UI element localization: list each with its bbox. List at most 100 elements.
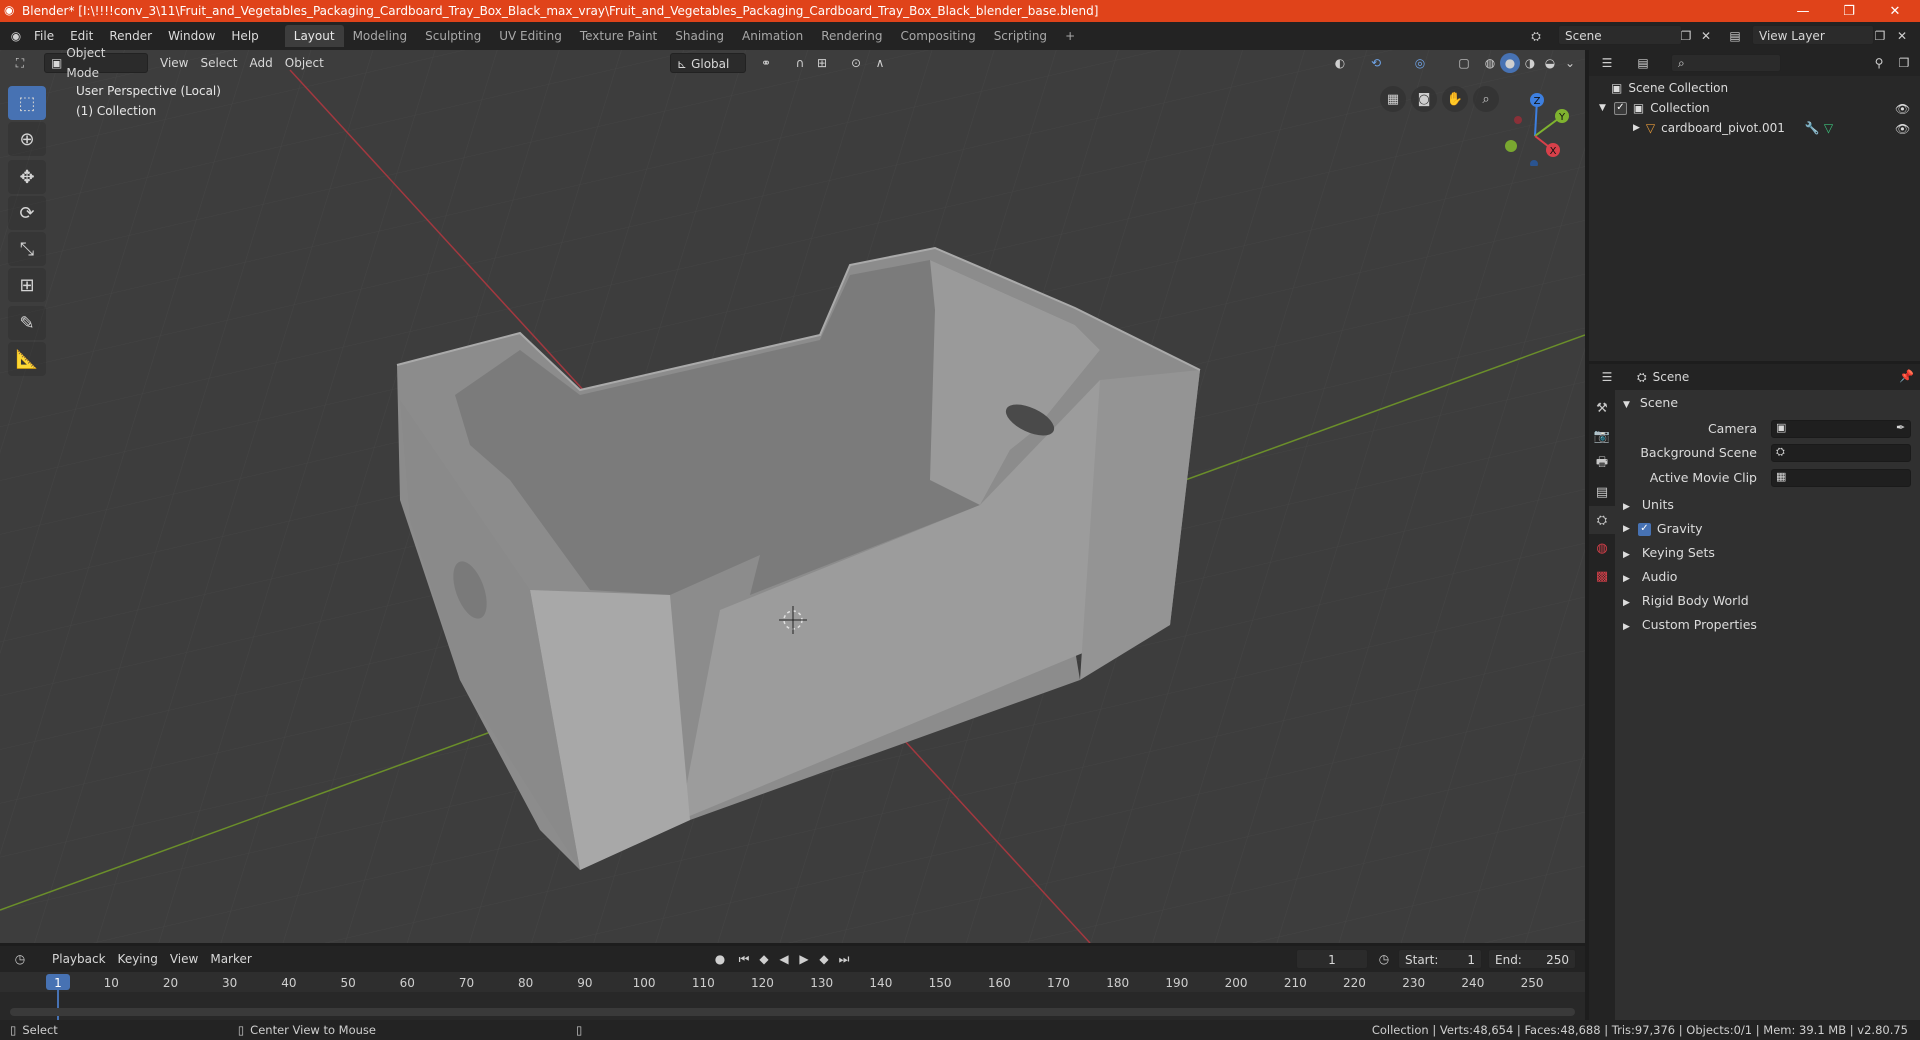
shading-options-icon[interactable]: ⌄	[1560, 53, 1580, 73]
blender-menu-icon[interactable]: ◉	[6, 26, 26, 46]
timeline-scrollbar[interactable]	[10, 1008, 1575, 1016]
view-layer-selector[interactable]: View Layer	[1752, 25, 1874, 45]
end-frame-field[interactable]: End: 250	[1488, 949, 1576, 969]
world-tab-icon[interactable]: ◍	[1589, 534, 1615, 562]
timeline-editor-icon[interactable]: ◷	[10, 949, 30, 969]
jump-end-icon[interactable]: ⏭	[834, 949, 854, 969]
play-reverse-icon[interactable]: ◀	[774, 949, 794, 969]
scene-selector[interactable]: Scene	[1558, 25, 1682, 45]
tab-scripting[interactable]: Scripting	[985, 25, 1056, 47]
start-frame-field[interactable]: Start: 1	[1398, 949, 1482, 969]
pivot-point-icon[interactable]: ⚭	[756, 53, 776, 73]
object-visibility-eye-icon[interactable]: 👁	[1895, 122, 1910, 136]
menu-playback[interactable]: Playback	[46, 949, 112, 969]
tab-layout[interactable]: Layout	[284, 25, 344, 47]
outliner-editor-icon[interactable]: ☰	[1597, 53, 1617, 73]
tab-animation[interactable]: Animation	[733, 25, 812, 47]
collection-checkbox-icon[interactable]: ✓	[1613, 101, 1627, 115]
menu-select[interactable]: Select	[194, 53, 243, 73]
solid-shading-icon[interactable]: ●	[1500, 53, 1520, 73]
overlay-toggle-icon[interactable]: ◎	[1410, 53, 1430, 73]
tab-texture-paint[interactable]: Texture Paint	[571, 25, 666, 47]
rotate-tool-icon[interactable]: ⟳	[8, 196, 46, 230]
collapse-arrow-icon[interactable]: ▼	[1599, 98, 1606, 118]
camera-field[interactable]: ▣ ✒	[1771, 420, 1911, 438]
camera-icon[interactable]: ◙	[1411, 86, 1437, 112]
keying-sets-panel[interactable]: ▶ Keying Sets	[1623, 542, 1715, 564]
scale-tool-icon[interactable]: ⤡	[8, 232, 46, 266]
annotate-tool-icon[interactable]: ✎	[8, 306, 46, 340]
eyedropper-icon[interactable]: ✒	[1896, 421, 1905, 434]
menu-window[interactable]: Window	[160, 25, 223, 47]
falloff-icon[interactable]: ∧	[870, 53, 890, 73]
outliner-search-input[interactable]: ⌕	[1671, 54, 1781, 72]
mesh-data-icon[interactable]: ▽	[1824, 118, 1833, 138]
new-view-layer-icon[interactable]: ❐	[1870, 26, 1890, 46]
tab-shading[interactable]: Shading	[666, 25, 733, 47]
current-frame-field[interactable]: 1	[1296, 949, 1368, 969]
view-layer-icon[interactable]: ▤	[1725, 26, 1745, 46]
movie-clip-field[interactable]: ▦	[1771, 469, 1911, 487]
units-panel[interactable]: ▶ Units	[1623, 494, 1674, 516]
toggle-camera-view-icon[interactable]: ▦	[1380, 86, 1406, 112]
preview-range-clock-icon[interactable]: ◷	[1374, 949, 1394, 969]
navigation-gizmo[interactable]: Z Y X	[1490, 86, 1570, 166]
transform-tool-icon[interactable]: ⊞	[8, 268, 46, 302]
gravity-checkbox[interactable]: ✓	[1637, 522, 1651, 536]
scene-tab-icon[interactable]: ⛭	[1589, 506, 1615, 534]
cursor-tool-icon[interactable]: ⊕	[8, 122, 46, 156]
mode-selector[interactable]: ▣ Object Mode	[44, 46, 148, 80]
menu-help[interactable]: Help	[223, 25, 266, 47]
menu-marker[interactable]: Marker	[204, 949, 257, 969]
tab-rendering[interactable]: Rendering	[812, 25, 891, 47]
play-icon[interactable]: ▶	[794, 949, 814, 969]
rigid-body-world-panel[interactable]: ▶ Rigid Body World	[1623, 590, 1749, 612]
audio-panel[interactable]: ▶ Audio	[1623, 566, 1677, 588]
outliner-collection[interactable]: ▼ ✓ ▣ Collection	[1599, 98, 1710, 118]
prev-keyframe-icon[interactable]: ◆	[754, 949, 774, 969]
outliner-scene-collection[interactable]: ▣ Scene Collection	[1611, 78, 1728, 98]
select-box-tool-icon[interactable]: ⬚	[8, 86, 46, 120]
delete-view-layer-icon[interactable]: ✕	[1892, 26, 1912, 46]
texture-tab-icon[interactable]: ▩	[1589, 562, 1615, 590]
delete-scene-icon[interactable]: ✕	[1696, 26, 1716, 46]
record-icon[interactable]: ●	[710, 949, 730, 969]
new-collection-icon[interactable]: ❐	[1894, 53, 1914, 73]
minimize-button[interactable]: —	[1780, 0, 1826, 22]
tab-modeling[interactable]: Modeling	[344, 25, 417, 47]
collection-visibility-eye-icon[interactable]: 👁	[1895, 102, 1910, 116]
next-keyframe-icon[interactable]: ◆	[814, 949, 834, 969]
gravity-panel[interactable]: ▶ ✓ Gravity	[1623, 518, 1703, 540]
wireframe-shading-icon[interactable]: ◍	[1480, 53, 1500, 73]
expand-arrow-icon[interactable]: ▶	[1633, 118, 1640, 138]
jump-start-icon[interactable]: ⏮	[734, 949, 754, 969]
editor-type-icon[interactable]: ⛶	[10, 53, 30, 73]
menu-file[interactable]: File	[26, 25, 62, 47]
zoom-icon[interactable]: ⌕	[1473, 86, 1499, 112]
menu-add[interactable]: Add	[244, 53, 279, 73]
view-layer-tab-icon[interactable]: ▤	[1589, 478, 1615, 506]
tab-compositing[interactable]: Compositing	[891, 25, 984, 47]
scene-panel-header[interactable]: ▼ Scene	[1623, 392, 1678, 414]
menu-keying[interactable]: Keying	[112, 949, 164, 969]
new-scene-icon[interactable]: ❐	[1676, 26, 1696, 46]
output-tab-icon[interactable]: 🖶	[1589, 450, 1615, 478]
maximize-button[interactable]: ❐	[1826, 0, 1872, 22]
menu-view[interactable]: View	[154, 53, 194, 73]
render-tab-icon[interactable]: 📷	[1589, 422, 1615, 450]
tool-tab-icon[interactable]: ⚒	[1589, 394, 1615, 422]
close-button[interactable]: ✕	[1872, 0, 1918, 22]
visibility-icon[interactable]: ◐	[1330, 53, 1350, 73]
tab-uv-editing[interactable]: UV Editing	[490, 25, 571, 47]
menu-object[interactable]: Object	[279, 53, 330, 73]
measure-tool-icon[interactable]: 📐	[8, 342, 46, 376]
snap-icon[interactable]: ∩	[790, 53, 810, 73]
pin-icon[interactable]: 📌	[1899, 369, 1914, 383]
gizmo-toggle-icon[interactable]: ⟲	[1366, 53, 1386, 73]
proportional-editing-icon[interactable]: ⊙	[846, 53, 866, 73]
properties-editor-icon[interactable]: ☰	[1597, 367, 1617, 387]
xray-icon[interactable]: ▢	[1454, 53, 1474, 73]
custom-properties-panel[interactable]: ▶ Custom Properties	[1623, 614, 1757, 636]
add-workspace-button[interactable]: +	[1056, 25, 1084, 47]
material-shading-icon[interactable]: ◑	[1520, 53, 1540, 73]
